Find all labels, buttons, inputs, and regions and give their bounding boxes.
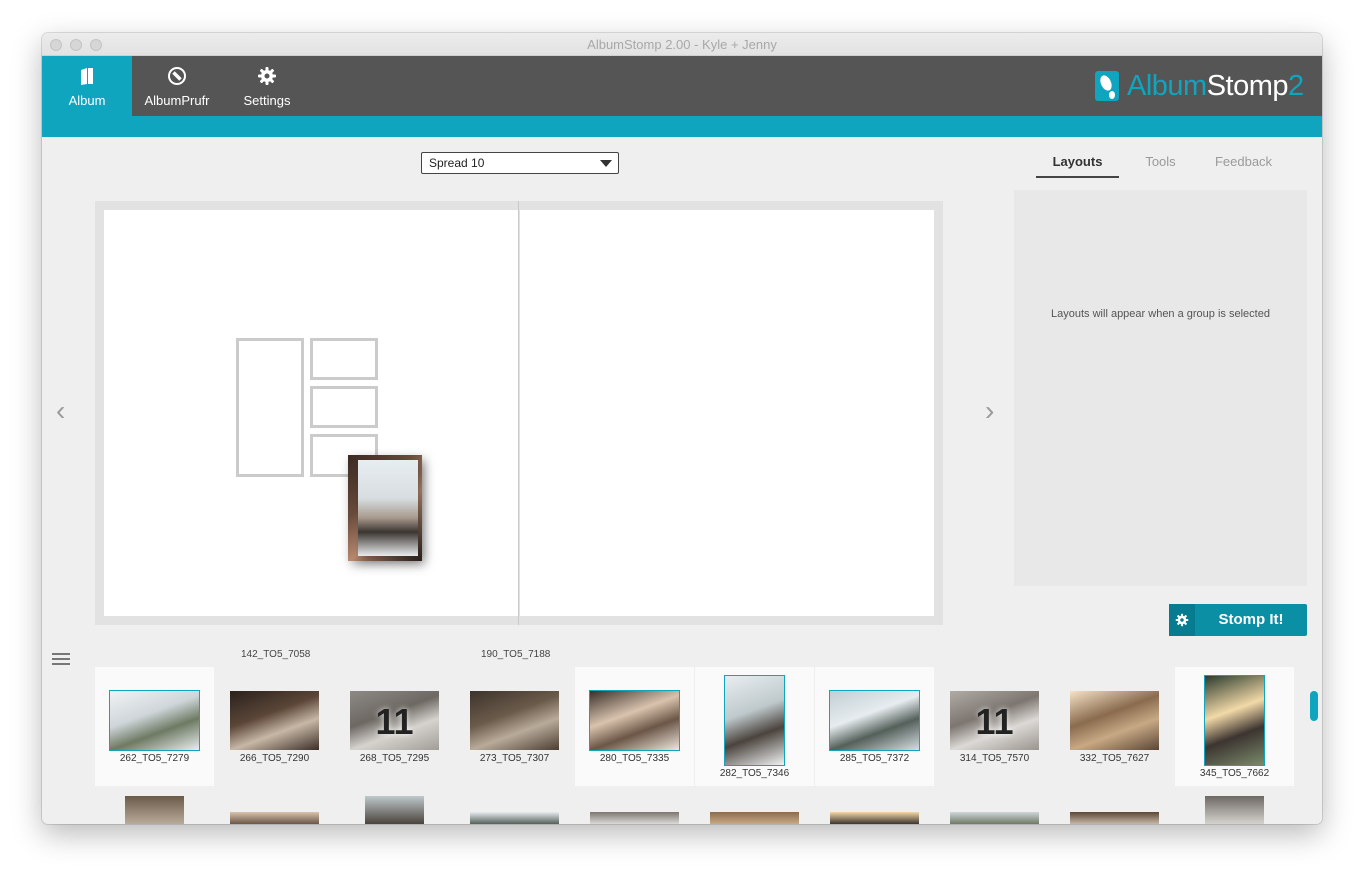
spread-canvas[interactable] [95, 201, 943, 625]
photo-thumbnail-name: 332_TO5_7627 [1079, 753, 1150, 764]
photo-thumbnail-name: 280_TO5_7335 [599, 753, 670, 764]
photo-thumbnail[interactable]: 280_TO5_7335 [575, 667, 694, 786]
stomp-gear-area [1169, 604, 1195, 636]
photo-thumbnail-name: 273_TO5_7307 [479, 753, 550, 764]
toolbar-settings-button[interactable]: Settings [222, 56, 312, 116]
tab-tools[interactable]: Tools [1119, 152, 1202, 176]
photo-thumbnail[interactable]: 282_TO5_7346 [695, 667, 814, 786]
photo-thumbnail[interactable]: 262_TO5_7279 [95, 667, 214, 786]
group-label-1: 142_TO5_7058 [241, 649, 311, 660]
next-spread-arrow[interactable]: › [985, 395, 994, 427]
photo-thumbnail[interactable]: 11 268_TO5_7295 [335, 667, 454, 786]
group-count-badge: 11 [375, 701, 414, 742]
photo-thumbnail-name: 266_TO5_7290 [239, 753, 310, 764]
photo-thumbnail[interactable]: 273_TO5_7307 [455, 667, 574, 786]
group-label-2: 190_TO5_7188 [481, 649, 551, 660]
toolbar-settings-label: Settings [243, 93, 291, 108]
tab-feedback[interactable]: Feedback [1202, 152, 1285, 176]
photo-thumbnail[interactable]: 332_TO5_7627 [1055, 667, 1174, 786]
photo-strip-scrollbar[interactable] [1308, 648, 1322, 824]
hamburger-menu-icon[interactable] [52, 653, 70, 667]
photo-thumbnail-name: 285_TO5_7372 [839, 753, 910, 764]
photo-thumbnail-image [1070, 691, 1159, 750]
logo-stomp-text: Stomp [1206, 70, 1289, 102]
photo-thumbnail-partial[interactable] [830, 812, 919, 824]
chevron-down-icon [600, 160, 612, 167]
stomp-it-label: Stomp It! [1218, 611, 1284, 628]
photo-thumbnail-partial[interactable] [470, 812, 559, 824]
photo-thumbnail-image [470, 691, 559, 750]
photo-thumbnail-image [230, 691, 319, 750]
window-title: AlbumStomp 2.00 - Kyle + Jenny [587, 37, 777, 52]
right-page[interactable] [520, 210, 934, 616]
layouts-empty-message: Layouts will appear when a group is sele… [1051, 308, 1270, 320]
left-page[interactable] [104, 210, 518, 616]
photo-thumbnail-image [109, 690, 200, 751]
photo-thumbnail-partial[interactable] [590, 812, 679, 824]
toolbar-albumprufr-button[interactable]: AlbumPrufr [132, 56, 222, 116]
footprint-logo-icon [1095, 71, 1119, 101]
right-panel-tabs: Layouts Tools Feedback [1036, 152, 1286, 178]
layouts-panel: Layouts will appear when a group is sele… [1014, 190, 1307, 586]
logo-album-text: Album [1127, 70, 1207, 102]
photo-thumbnail-name: 345_TO5_7662 [1199, 768, 1270, 779]
gear-icon [1175, 613, 1189, 627]
group-count-badge: 11 [975, 701, 1014, 742]
photo-thumbnail-partial[interactable] [125, 796, 184, 824]
toolbar-album-button[interactable]: Album [42, 56, 132, 116]
title-bar: AlbumStomp 2.00 - Kyle + Jenny [42, 33, 1322, 56]
photo-thumbnail-name: 268_TO5_7295 [359, 753, 430, 764]
photo-thumbnail[interactable]: 285_TO5_7372 [815, 667, 934, 786]
photo-thumbnail-partial[interactable] [1070, 812, 1159, 824]
photo-thumbnail-image [724, 675, 785, 766]
dragged-photo-preview [358, 460, 418, 556]
photo-thumbnail-name: 262_TO5_7279 [119, 753, 190, 764]
spread-spine-divider [518, 201, 519, 625]
photo-thumbnail-image [1204, 675, 1265, 766]
prufr-icon [168, 67, 186, 85]
toolbar-album-label: Album [68, 93, 106, 108]
photo-strip-scroll-thumb[interactable] [1310, 691, 1318, 721]
photo-thumbnail[interactable]: 11 314_TO5_7570 [935, 667, 1054, 786]
photo-thumbnail-partial[interactable] [950, 812, 1039, 824]
previous-spread-arrow[interactable]: ‹ [56, 395, 65, 427]
tab-layouts[interactable]: Layouts [1036, 152, 1119, 178]
toolbar-albumprufr-label: AlbumPrufr [144, 93, 210, 108]
photo-thumbnail[interactable]: 266_TO5_7290 [215, 667, 334, 786]
book-icon [81, 68, 93, 85]
spread-select[interactable]: Spread 10 [421, 152, 619, 174]
main-toolbar: Album AlbumPrufr Settings AlbumStomp2 [42, 56, 1322, 116]
photo-thumbnail-image [829, 690, 920, 751]
photo-thumbnail-name: 282_TO5_7346 [719, 768, 790, 779]
spread-select-value: Spread 10 [429, 156, 485, 170]
photo-thumbnail-partial[interactable] [365, 796, 424, 824]
logo-version-text: 2 [1288, 70, 1304, 102]
gear-icon [258, 67, 276, 85]
photo-thumbnail[interactable]: 345_TO5_7662 [1175, 667, 1294, 786]
photo-thumbnail-image [589, 690, 680, 751]
accent-bar [42, 116, 1322, 137]
albumstomp-logo: AlbumStomp2 [1095, 67, 1310, 107]
photo-thumbnail-partial[interactable] [710, 812, 799, 824]
photo-thumbnail-partial[interactable] [1205, 796, 1264, 824]
photo-thumbnail-partial[interactable] [230, 812, 319, 824]
stomp-it-button[interactable]: Stomp It! [1169, 604, 1307, 636]
app-window: AlbumStomp 2.00 - Kyle + Jenny Album Alb… [42, 33, 1322, 824]
photo-thumbnail-name: 314_TO5_7570 [959, 753, 1030, 764]
